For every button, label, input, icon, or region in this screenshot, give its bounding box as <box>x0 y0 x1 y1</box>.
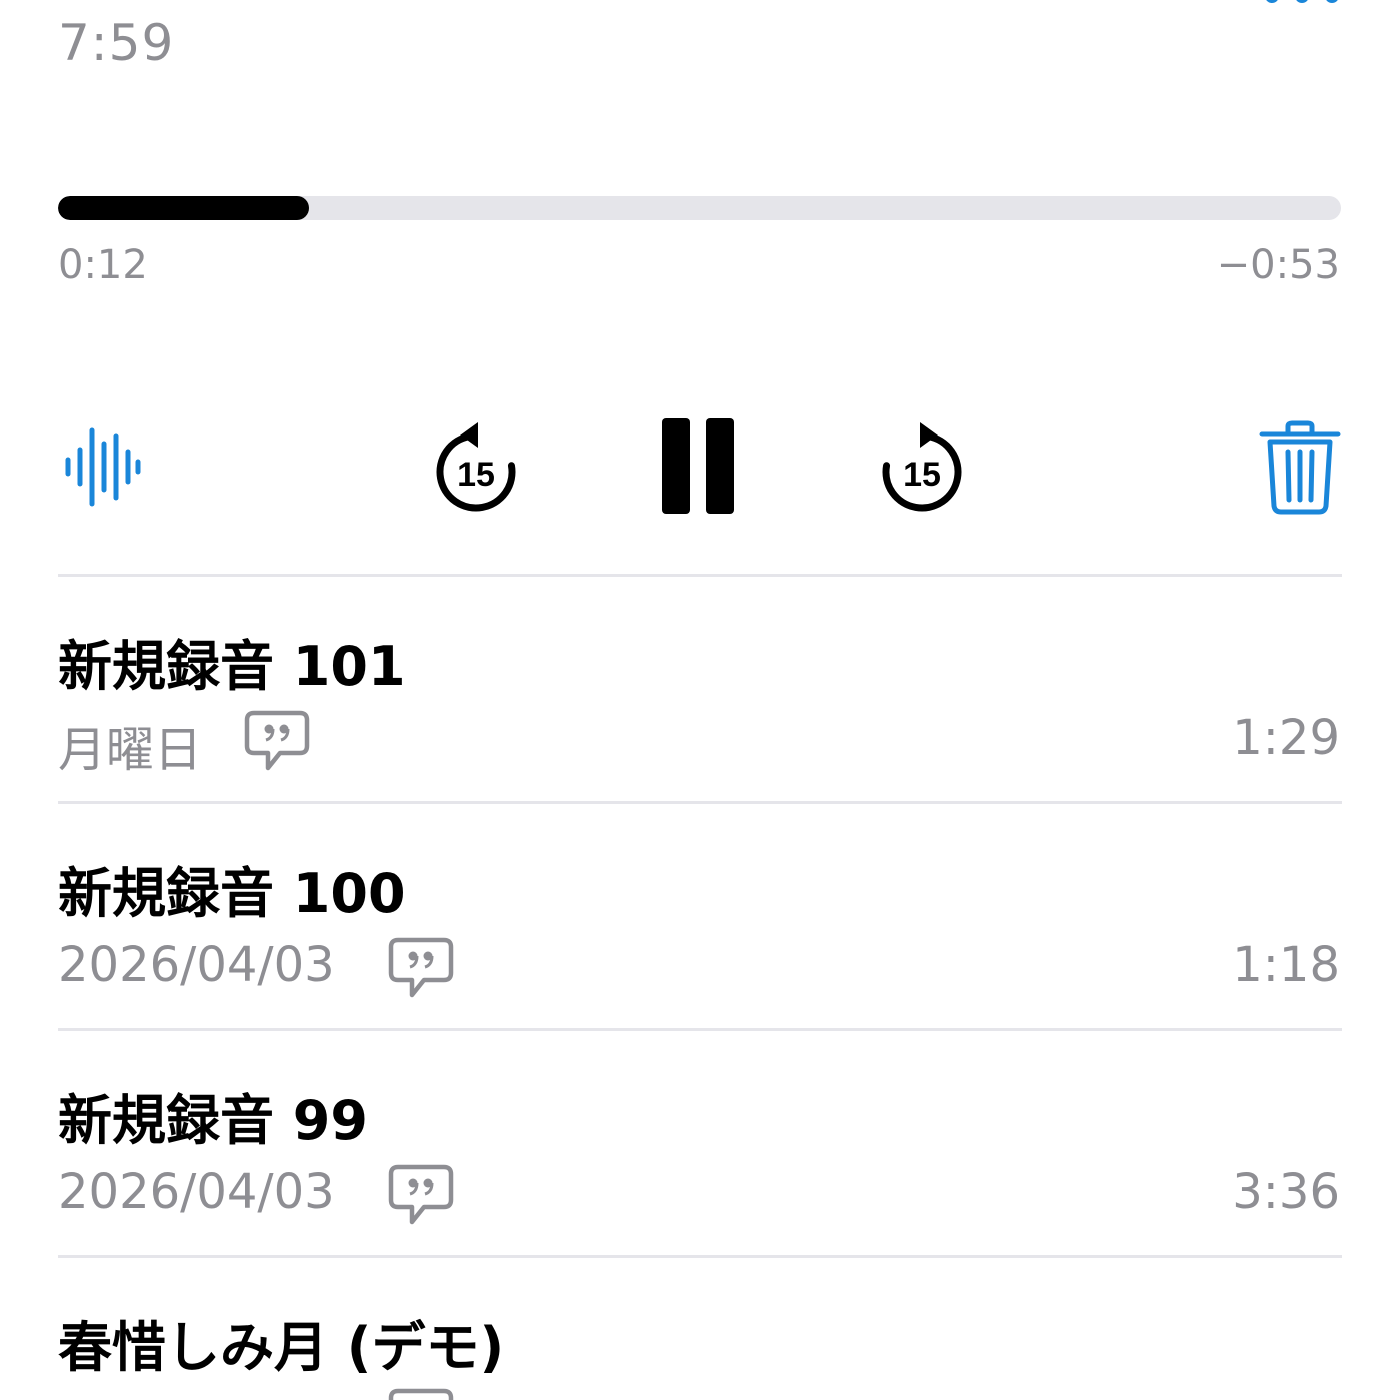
goforward-15-icon: 15 <box>882 422 962 512</box>
skip-back-15-button[interactable]: 15 <box>430 418 522 514</box>
voice-memos-screen: 7:59 0:12 −0:53 15 15 新規録音 101 月曜日 1:29 … <box>0 0 1400 1400</box>
pause-icon <box>662 418 734 514</box>
waveform-icon <box>65 427 141 507</box>
playback-progress <box>58 196 310 220</box>
recording-title: 新規録音 101 <box>58 635 406 698</box>
skip-forward-15-button[interactable]: 15 <box>876 418 968 514</box>
more-icon[interactable] <box>1262 0 1342 8</box>
divider <box>58 801 1342 804</box>
recording-date: 2026/04/03 <box>58 1164 335 1220</box>
transcript-icon <box>244 710 310 771</box>
delete-button[interactable] <box>1258 420 1342 516</box>
transcript-icon <box>388 1164 454 1225</box>
recording-title: 春惜しみ月 (デモ) <box>58 1316 505 1379</box>
playback-scrubber[interactable] <box>58 196 1341 220</box>
remaining-time: −0:53 <box>1216 242 1340 288</box>
divider <box>58 574 1342 577</box>
recording-duration: 1:18 <box>1232 937 1340 993</box>
pause-button[interactable] <box>658 416 742 518</box>
divider <box>58 1255 1342 1258</box>
recording-title: 新規録音 99 <box>58 1089 368 1152</box>
recording-duration: 3:36 <box>1232 1164 1340 1220</box>
divider <box>58 1028 1342 1031</box>
recording-duration: 1:29 <box>1232 710 1340 766</box>
skip-back-seconds: 15 <box>457 456 495 494</box>
recording-title: 新規録音 100 <box>58 862 406 925</box>
waveform-button[interactable] <box>62 422 142 512</box>
elapsed-time: 0:12 <box>58 242 148 288</box>
transcript-icon <box>388 937 454 998</box>
skip-forward-seconds: 15 <box>903 456 941 494</box>
recording-date: 2026/04/03 <box>58 937 335 993</box>
trash-icon <box>1259 420 1341 515</box>
recording-time-label: 7:59 <box>58 14 175 72</box>
transcript-icon <box>388 1388 454 1400</box>
gobackward-15-icon: 15 <box>436 422 516 512</box>
recording-date: 月曜日 <box>58 722 203 778</box>
